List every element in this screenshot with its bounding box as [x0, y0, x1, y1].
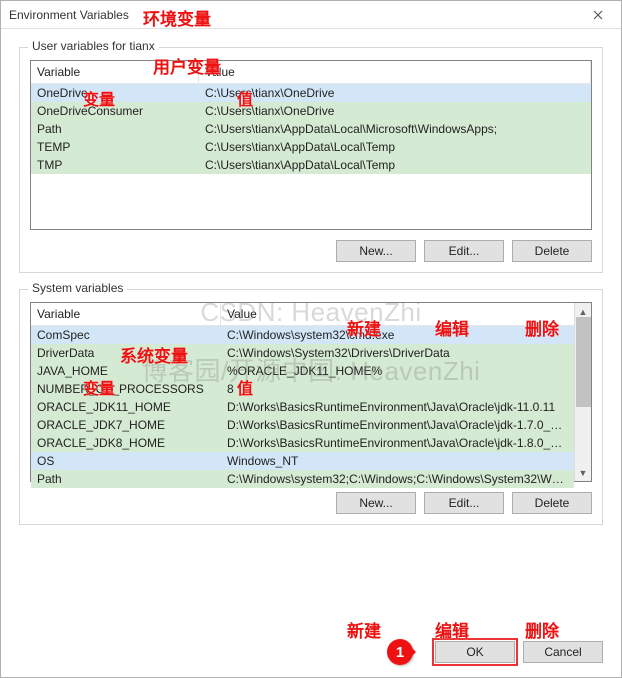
table-row[interactable]: OneDriveConsumer C:\Users\tianx\OneDrive: [31, 102, 591, 120]
close-icon: [593, 10, 603, 20]
dialog-buttons: OK Cancel: [435, 641, 621, 677]
user-vars-header: Variable Value: [31, 61, 591, 84]
table-row[interactable]: OS Windows_NT: [31, 452, 574, 470]
anno-new-cn-2: 新建: [347, 617, 381, 642]
table-row[interactable]: DriverData C:\Windows\System32\Drivers\D…: [31, 344, 574, 362]
table-row[interactable]: ORACLE_JDK8_HOME D:\Works\BasicsRuntimeE…: [31, 434, 574, 452]
system-vars-scrollbar[interactable]: ▲ ▼: [574, 303, 591, 481]
table-row[interactable]: Path C:\Users\tianx\AppData\Local\Micros…: [31, 120, 591, 138]
close-button[interactable]: [575, 1, 621, 29]
user-vars-group: User variables for tianx Variable Value …: [19, 47, 603, 273]
system-delete-button[interactable]: Delete: [512, 492, 592, 514]
table-row[interactable]: TEMP C:\Users\tianx\AppData\Local\Temp: [31, 138, 591, 156]
system-vars-table[interactable]: Variable Value ComSpec C:\Windows\system…: [30, 302, 592, 482]
col-value-header[interactable]: Value: [221, 303, 591, 325]
cancel-button[interactable]: Cancel: [523, 641, 603, 663]
ok-button[interactable]: OK: [435, 641, 515, 663]
anno-edit-cn-2: 编辑: [435, 617, 469, 642]
table-row[interactable]: ORACLE_JDK11_HOME D:\Works\BasicsRuntime…: [31, 398, 574, 416]
table-row[interactable]: TMP C:\Users\tianx\AppData\Local\Temp: [31, 156, 591, 174]
user-vars-table[interactable]: Variable Value OneDrive C:\Users\tianx\O…: [30, 60, 592, 230]
env-vars-dialog: Environment Variables User variables for…: [0, 0, 622, 678]
user-edit-button[interactable]: Edit...: [424, 240, 504, 262]
system-vars-header: Variable Value: [31, 303, 591, 326]
table-row[interactable]: ComSpec C:\Windows\system32\cmd.exe: [31, 326, 574, 344]
table-row[interactable]: ORACLE_JDK7_HOME D:\Works\BasicsRuntimeE…: [31, 416, 574, 434]
system-edit-button[interactable]: Edit...: [424, 492, 504, 514]
callout-1: 1: [387, 639, 413, 665]
user-delete-button[interactable]: Delete: [512, 240, 592, 262]
user-vars-legend: User variables for tianx: [28, 39, 159, 53]
user-vars-body: OneDrive C:\Users\tianx\OneDrive OneDriv…: [31, 84, 591, 174]
user-vars-buttons: New... Edit... Delete: [30, 240, 592, 262]
titlebar: Environment Variables: [1, 1, 621, 29]
table-row[interactable]: NUMBER_OF_PROCESSORS 8: [31, 380, 574, 398]
scroll-down-icon[interactable]: ▼: [575, 464, 592, 481]
system-new-button[interactable]: New...: [336, 492, 416, 514]
scroll-thumb[interactable]: [576, 317, 591, 407]
system-vars-buttons: New... Edit... Delete: [30, 492, 592, 514]
anno-delete-cn-2: 删除: [525, 617, 559, 642]
system-vars-body: ComSpec C:\Windows\system32\cmd.exe Driv…: [31, 326, 591, 488]
col-variable-header[interactable]: Variable: [31, 303, 221, 325]
window-title: Environment Variables: [9, 8, 129, 22]
col-variable-header[interactable]: Variable: [31, 61, 199, 83]
system-vars-legend: System variables: [28, 281, 127, 295]
table-row[interactable]: JAVA_HOME %ORACLE_JDK11_HOME%: [31, 362, 574, 380]
user-new-button[interactable]: New...: [336, 240, 416, 262]
table-row[interactable]: OneDrive C:\Users\tianx\OneDrive: [31, 84, 591, 102]
col-value-header[interactable]: Value: [199, 61, 591, 83]
client-area: User variables for tianx Variable Value …: [1, 29, 621, 553]
system-vars-group: System variables Variable Value ComSpec …: [19, 289, 603, 525]
table-row[interactable]: Path C:\Windows\system32;C:\Windows;C:\W…: [31, 470, 574, 488]
